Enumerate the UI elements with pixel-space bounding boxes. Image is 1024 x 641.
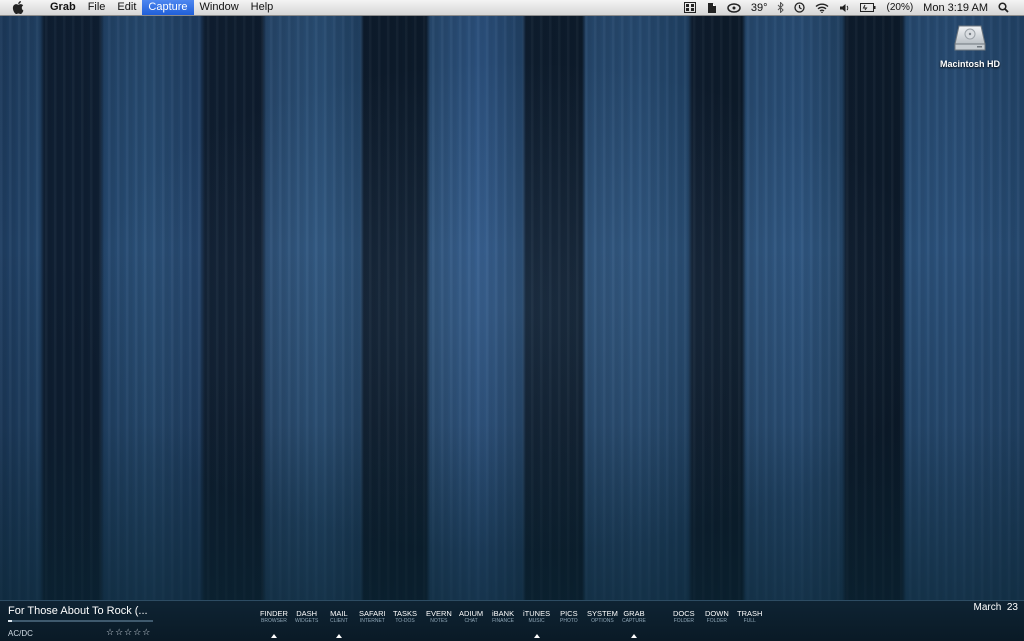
dock-sublabel: FINANCE: [492, 618, 515, 624]
apple-menu-icon[interactable]: [12, 1, 26, 14]
now-playing-title[interactable]: For Those About To Rock (...: [8, 605, 158, 617]
dock-label: DASH: [296, 609, 318, 618]
dock-label: SYSTEM: [587, 609, 618, 618]
dock-sublabel: CHAT: [464, 618, 478, 624]
dock-sublabel: BROWSER: [261, 618, 287, 624]
dock-label: PICS: [560, 609, 578, 618]
date-display: March 23: [973, 602, 1018, 613]
battery-percentage[interactable]: (20%): [886, 0, 913, 15]
playback-progress-fill: [8, 620, 13, 622]
menu-clock[interactable]: Mon 3:19 AM: [923, 0, 988, 15]
dock-item-itunes[interactable]: iTUNES MUSIC: [523, 610, 550, 638]
dock-sublabel: FULL: [743, 618, 756, 624]
running-indicator: [533, 634, 540, 638]
playback-progress-bar[interactable]: [8, 620, 153, 622]
menu-app-name[interactable]: Grab: [44, 0, 82, 15]
menu-bar: Grab File Edit Capture Window Help 39° (…: [0, 0, 1024, 16]
dock-sublabel: CLIENT: [330, 618, 348, 624]
bluetooth-icon[interactable]: [777, 0, 785, 15]
weather-temperature[interactable]: 39°: [751, 0, 768, 15]
dock-item-adium[interactable]: ADIUM CHAT: [459, 609, 484, 625]
volume-icon[interactable]: [839, 0, 850, 15]
dock-sublabel: FOLDER: [706, 618, 728, 624]
wifi-icon[interactable]: [815, 0, 829, 15]
time-machine-icon[interactable]: [794, 0, 806, 15]
battery-icon[interactable]: [860, 0, 876, 15]
dock-sublabel: TO-DOS: [395, 618, 415, 624]
rating-stars[interactable]: ☆☆☆☆☆: [106, 627, 151, 638]
dock-item-downloads[interactable]: DOWN FOLDER: [705, 609, 729, 625]
dock-label: iBANK: [492, 609, 515, 618]
chat-status-icon[interactable]: [727, 0, 741, 15]
running-indicator: [630, 634, 637, 638]
menu-help[interactable]: Help: [245, 0, 280, 15]
dock-item-pics[interactable]: PICS PHOTO: [560, 609, 578, 625]
dock-item-dash[interactable]: DASH WIDGETS: [295, 609, 319, 625]
dock-item-grab[interactable]: GRAB CAPTURE: [622, 610, 646, 638]
menu-window[interactable]: Window: [194, 0, 245, 15]
dock-label: ADIUM: [459, 609, 484, 618]
dock-item-trash[interactable]: TRASH FULL: [737, 609, 763, 625]
dock-item-safari[interactable]: SAFARI INTERNET: [359, 609, 386, 625]
dock-sublabel: WIDGETS: [295, 618, 319, 624]
dock-label: iTUNES: [523, 609, 551, 618]
dock-label: DOCS: [673, 609, 695, 618]
menu-capture[interactable]: Capture: [142, 0, 194, 15]
dock-item-ibank[interactable]: iBANK FINANCE: [492, 609, 515, 625]
dock-item-finder[interactable]: FINDER BROWSER: [260, 610, 288, 638]
now-playing-widget[interactable]: For Those About To Rock (... AC/DC ☆☆☆☆☆: [8, 605, 158, 638]
running-indicator: [270, 634, 277, 638]
dock-label: FINDER: [260, 609, 288, 618]
spotlight-search-icon[interactable]: [998, 0, 1009, 15]
dock-item-mail[interactable]: MAIL CLIENT: [330, 610, 348, 638]
macintosh-hd-drive[interactable]: Macintosh HD: [932, 22, 1008, 69]
hard-drive-icon[interactable]: [953, 22, 987, 54]
dock-item-tasks[interactable]: TASKS TO-DOS: [393, 609, 418, 625]
sync-status-icon[interactable]: [683, 0, 696, 15]
dock-label: MAIL: [330, 609, 348, 618]
dock-label: DOWN: [705, 609, 729, 618]
menu-file[interactable]: File: [82, 0, 112, 15]
dock-sublabel: MUSIC: [528, 618, 545, 624]
dock-item-evernote[interactable]: EVERN NOTES: [426, 609, 452, 625]
bottom-bar: For Those About To Rock (... AC/DC ☆☆☆☆☆…: [0, 600, 1024, 641]
dock-label: TASKS: [393, 609, 418, 618]
dock-sublabel: NOTES: [430, 618, 448, 624]
dock-sublabel: FOLDER: [673, 618, 694, 624]
now-playing-artist: AC/DC: [8, 629, 33, 638]
dock-sublabel: CAPTURE: [622, 618, 646, 624]
dock-label: GRAB: [623, 609, 645, 618]
running-indicator: [335, 634, 342, 638]
drive-label: Macintosh HD: [939, 59, 1000, 69]
desktop-wallpaper[interactable]: [0, 15, 1024, 600]
dock-label: SAFARI: [359, 609, 386, 618]
dock-label: TRASH: [737, 609, 763, 618]
dock-item-system[interactable]: SYSTEM OPTIONS: [587, 609, 618, 625]
dock-sublabel: OPTIONS: [591, 618, 614, 624]
dock-label: EVERN: [426, 609, 452, 618]
evernote-icon[interactable]: [706, 0, 717, 15]
dock-item-docs[interactable]: DOCS FOLDER: [673, 609, 695, 625]
dock-sublabel: PHOTO: [560, 618, 578, 624]
dock-sublabel: INTERNET: [359, 618, 385, 624]
menu-edit[interactable]: Edit: [111, 0, 142, 15]
